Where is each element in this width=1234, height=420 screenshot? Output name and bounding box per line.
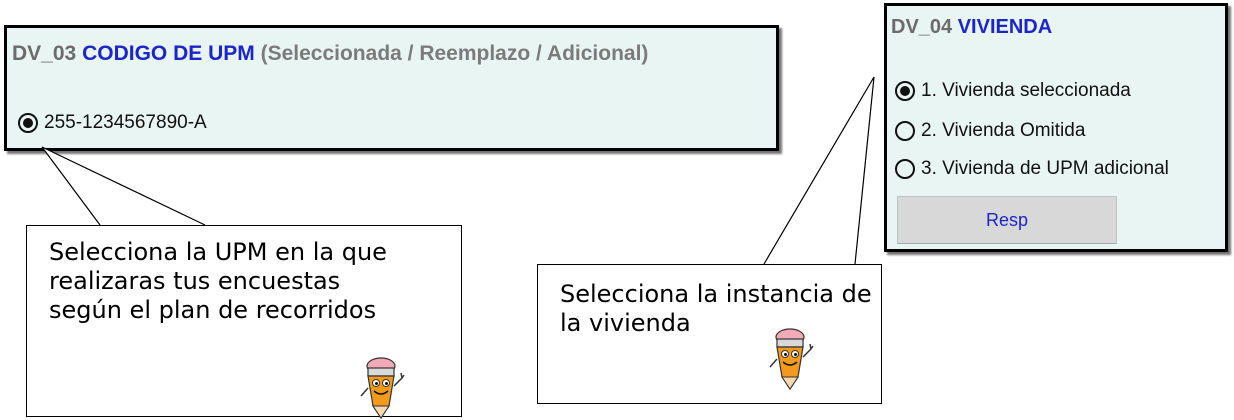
callout-pointers bbox=[41, 76, 875, 265]
